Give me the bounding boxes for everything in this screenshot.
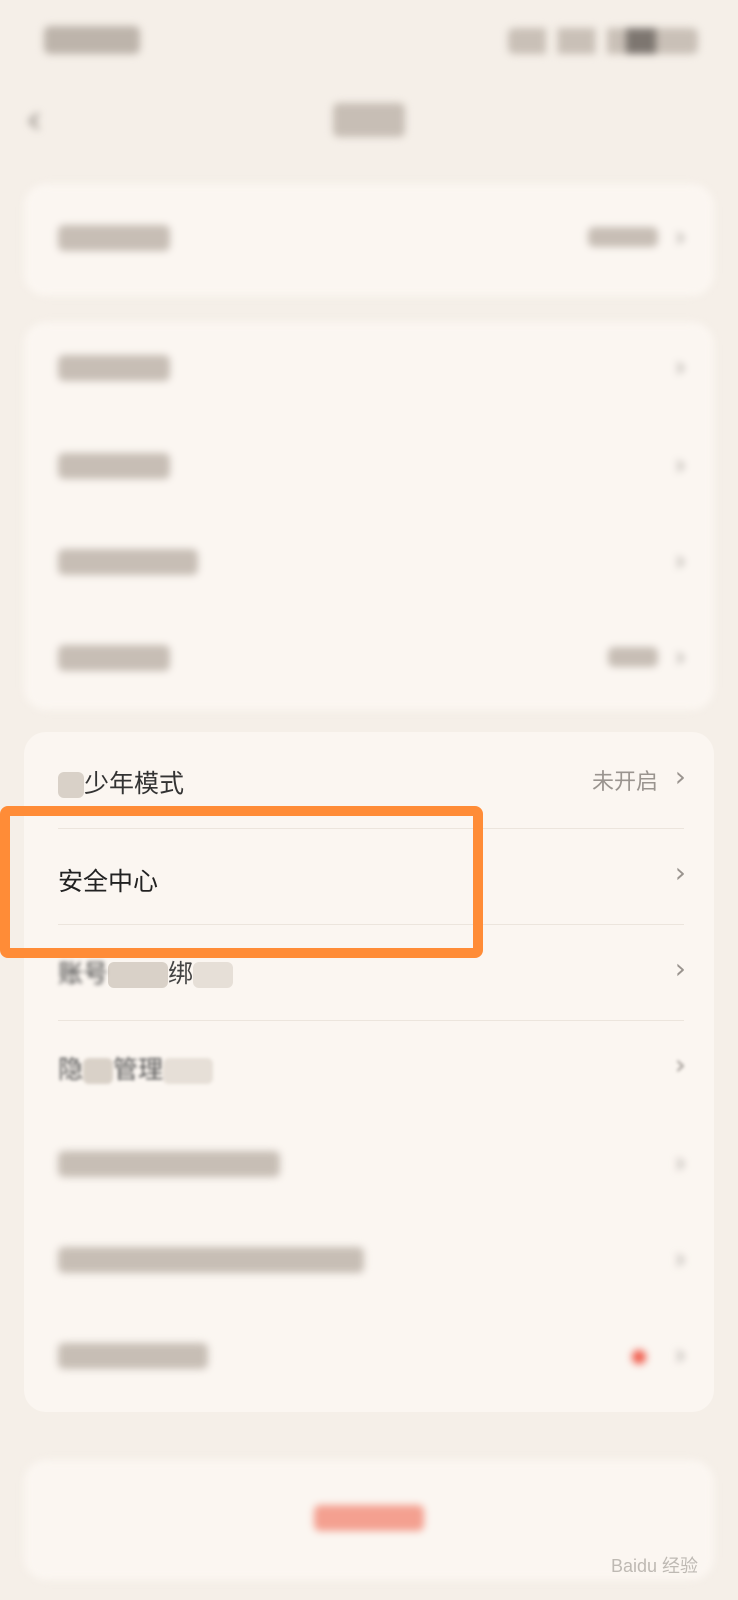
highlight-box [0,806,483,958]
settings-row-privacy[interactable]: 隐管理 › [24,1020,714,1118]
row-label [58,546,198,575]
row-value [608,644,658,669]
settings-row[interactable]: › [24,516,714,614]
chevron-right-icon: › [674,544,686,577]
row-label-youth-mode: 少年模式 [58,764,184,800]
settings-row[interactable]: › [24,1118,714,1216]
row-value [588,224,658,249]
status-time [44,26,140,54]
settings-row[interactable]: › [24,420,714,518]
logout-label [24,1502,714,1532]
row-label [58,1340,208,1369]
chevron-right-icon: › [674,1242,686,1275]
row-label [58,352,170,381]
settings-row[interactable]: › [24,1310,714,1408]
page-title [0,98,738,139]
settings-row[interactable]: › [24,192,714,290]
row-label [58,222,170,251]
row-label [58,450,170,479]
chevron-right-icon: › [674,1338,686,1371]
settings-card-1: › [24,184,714,296]
chevron-right-icon: › [674,220,686,253]
chevron-right-icon: › [674,448,686,481]
chevron-right-icon: › [674,1048,686,1081]
chevron-right-icon: › [674,856,686,889]
baidu-watermark: Baidu 经验 [610,1556,698,1576]
chevron-right-icon: › [674,350,686,383]
row-label-account: 账号绑 [58,954,234,990]
chevron-right-icon: › [674,952,686,985]
youth-mode-status: 未开启 [591,770,658,795]
row-label-privacy: 隐管理 [58,1050,214,1086]
chevron-right-icon: › [674,760,686,793]
row-label [58,642,170,671]
status-bar [0,0,738,80]
settings-row[interactable]: › [24,1214,714,1312]
settings-row[interactable]: › [24,322,714,420]
row-label [58,1148,280,1177]
notification-dot [632,1350,646,1364]
chevron-right-icon: › [674,1146,686,1179]
status-icons [508,28,698,54]
chevron-right-icon: › [674,640,686,673]
row-label [58,1244,364,1273]
settings-row[interactable]: › [24,612,714,710]
settings-card-2: › › › › [24,322,714,710]
